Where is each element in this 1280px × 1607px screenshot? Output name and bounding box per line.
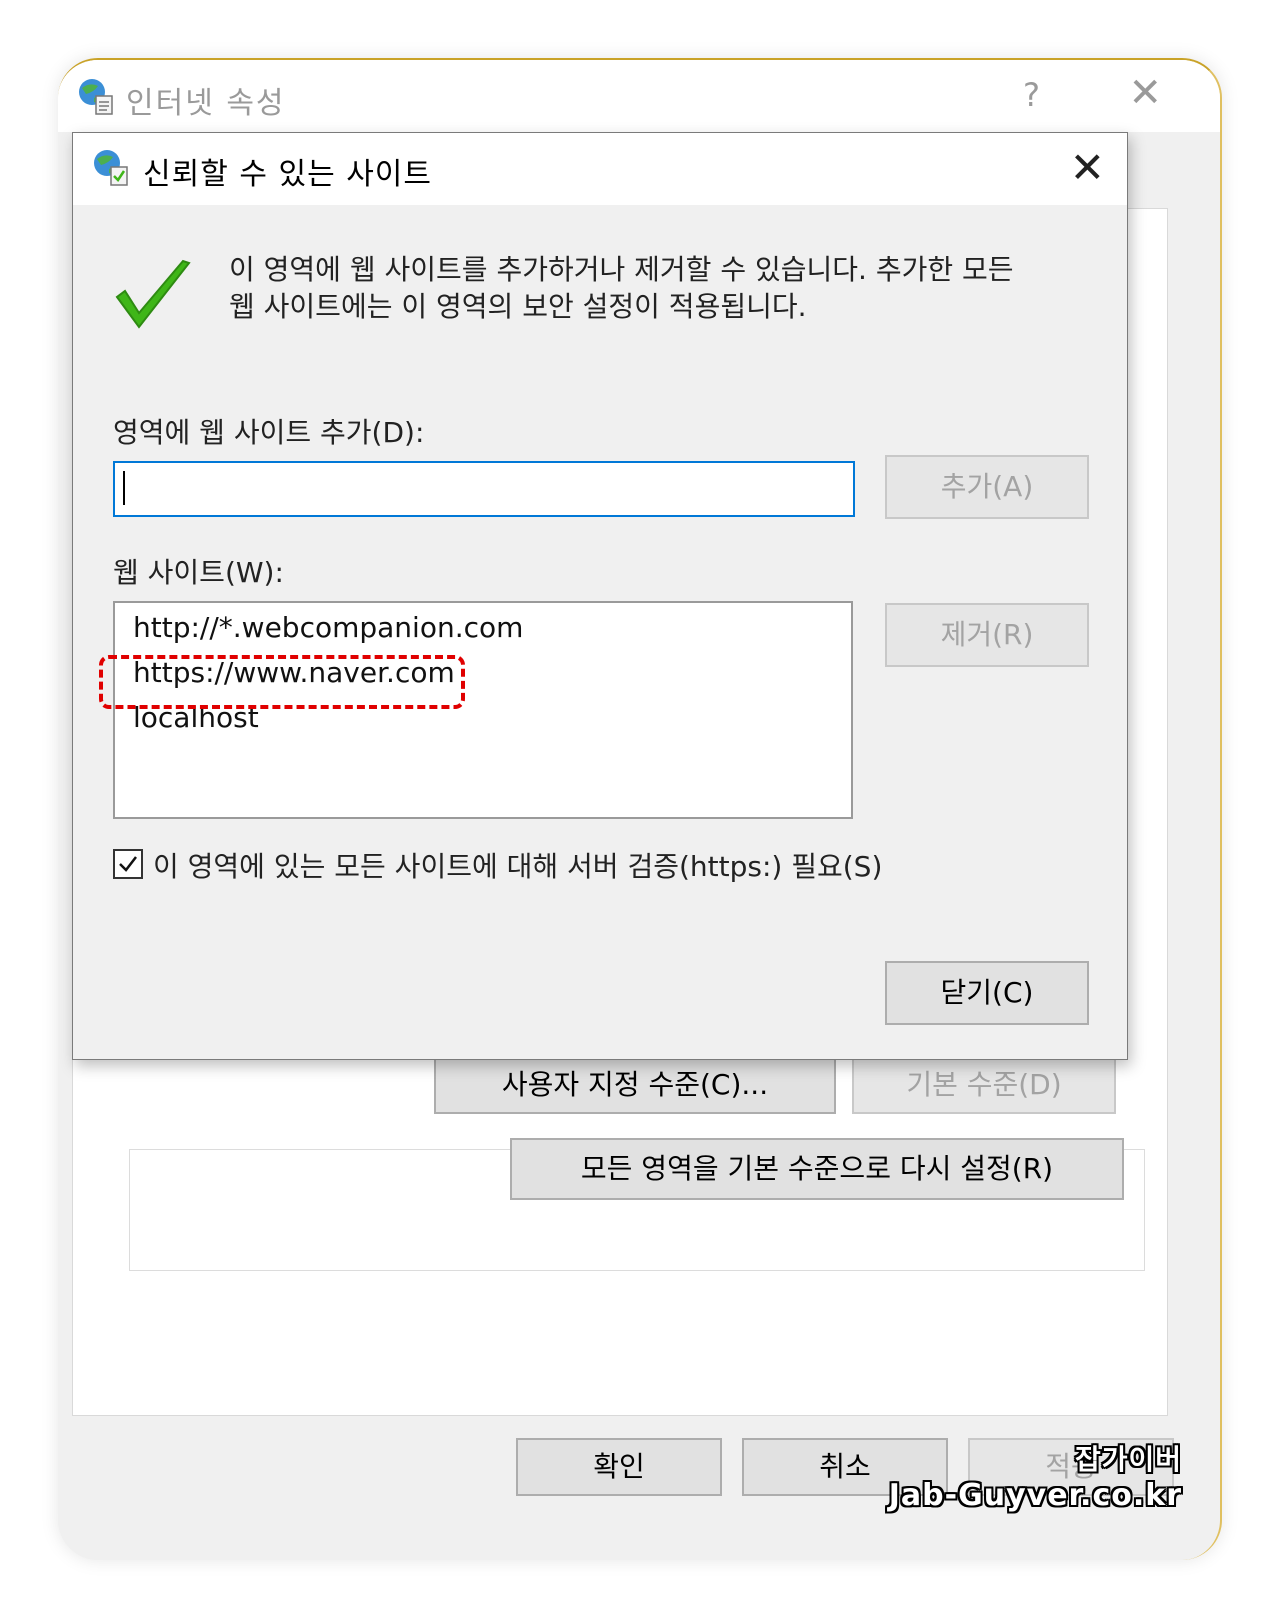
watermark-korean: 잡가이버: [1074, 1443, 1182, 1476]
trusted-sites-icon: [94, 150, 128, 186]
require-https-checkbox[interactable]: [113, 849, 143, 879]
checkmark-icon: [119, 856, 137, 872]
websites-label: 웹 사이트(W):: [113, 556, 284, 589]
watermark: 잡가이버 Jab-Guyver.co.kr: [889, 1438, 1182, 1513]
description-line-1: 이 영역에 웹 사이트를 추가하거나 제거할 수 있습니다. 추가한 모든: [229, 253, 1014, 286]
add-website-input[interactable]: [113, 461, 855, 517]
parent-window-title: 인터넷 속성: [126, 86, 286, 121]
trusted-sites-dialog: 신뢰할 수 있는 사이트 ✕ 이 영역에 웹 사이트를 추가하거나 제거할 수 …: [72, 132, 1128, 1060]
zone-description: 이 영역에 웹 사이트를 추가하거나 제거할 수 있습니다. 추가한 모든 웹 …: [229, 251, 1109, 325]
list-item[interactable]: http://*.webcompanion.com: [133, 611, 523, 644]
red-dashed-highlight: [99, 655, 465, 709]
close-button[interactable]: 닫기(C): [885, 961, 1089, 1025]
require-https-label[interactable]: 이 영역에 있는 모든 사이트에 대해 서버 검증(https:) 필요(S): [153, 845, 882, 885]
dialog-title: 신뢰할 수 있는 사이트: [143, 157, 433, 192]
help-icon[interactable]: ?: [1023, 76, 1040, 114]
reset-all-zones-button[interactable]: 모든 영역을 기본 수준으로 다시 설정(R): [510, 1138, 1124, 1200]
dialog-titlebar: 신뢰할 수 있는 사이트 ✕: [73, 133, 1127, 205]
add-website-label: 영역에 웹 사이트 추가(D):: [113, 416, 425, 449]
parent-titlebar: 인터넷 속성 ? ✕: [58, 60, 1220, 132]
watermark-url: Jab-Guyver.co.kr: [888, 1478, 1182, 1513]
add-button[interactable]: 추가(A): [885, 455, 1089, 519]
green-checkmark-icon: [115, 259, 191, 329]
dialog-close-icon[interactable]: ✕: [1070, 143, 1105, 192]
internet-options-icon: [79, 79, 113, 115]
websites-list[interactable]: http://*.webcompanion.com https://www.na…: [99, 601, 853, 819]
text-caret: [123, 471, 125, 505]
custom-level-button[interactable]: 사용자 지정 수준(C)...: [434, 1056, 836, 1114]
default-level-button[interactable]: 기본 수준(D): [852, 1056, 1116, 1114]
remove-button[interactable]: 제거(R): [885, 603, 1089, 667]
parent-close-icon[interactable]: ✕: [1128, 70, 1162, 116]
ok-button[interactable]: 확인: [516, 1438, 722, 1496]
description-line-2: 웹 사이트에는 이 영역의 보안 설정이 적용됩니다.: [229, 290, 807, 323]
